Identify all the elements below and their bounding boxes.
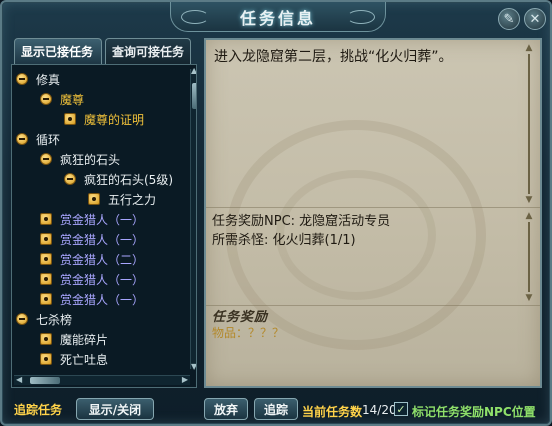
check-icon: ✓	[396, 402, 406, 416]
tree-item-label: 死亡吐息	[60, 352, 109, 367]
tree-vertical-scrollbar[interactable]: ▲ ▼	[190, 67, 196, 371]
tree-hscroll-thumb[interactable]	[30, 377, 60, 384]
rail-track	[528, 222, 530, 292]
rail-up-icon[interactable]: ▲	[524, 44, 534, 53]
description-scrollbar[interactable]: ▲ ▼	[524, 44, 534, 205]
tree-item-label: 修真	[36, 72, 61, 87]
tree-scroll-thumb[interactable]	[192, 83, 196, 109]
quest-details-panel: 进入龙隐窟第二层，挑战“化火归葬”。 ▲ ▼ 任务奖励NPC: 龙隐窟活动专员 …	[204, 38, 542, 388]
rail-down-icon[interactable]: ▼	[524, 294, 534, 303]
reward-heading: 任务奖励	[212, 310, 269, 325]
tree-item[interactable]: 疯狂的石头	[40, 149, 120, 169]
tree-item[interactable]: 循环	[16, 129, 60, 149]
tree-item[interactable]: 赏金猎人（一）	[40, 209, 144, 229]
scroll-down-icon[interactable]: ▼	[191, 363, 196, 371]
scroll-up-icon[interactable]: ▲	[191, 67, 196, 75]
tree-horizontal-scrollbar[interactable]: ◀ ▶	[14, 375, 190, 385]
reward-item: 物品：？？？	[212, 326, 285, 340]
tab-accepted-quests[interactable]: 显示已接任务	[14, 38, 102, 64]
settings-icon[interactable]: ✎	[498, 8, 520, 30]
quest-description-section: 进入龙隐窟第二层，挑战“化火归葬”。 ▲ ▼	[206, 40, 540, 208]
quest-bullet-icon	[40, 213, 52, 225]
tree-item[interactable]: 魔尊	[40, 89, 84, 109]
collapse-toggle-icon[interactable]	[16, 313, 28, 325]
kill-requirement-line: 所需杀怪: 化火归葬(1/1)	[212, 233, 356, 248]
quest-count-label: 当前任务数	[302, 405, 363, 419]
track-quests-label: 追踪任务	[14, 403, 63, 417]
close-icon[interactable]: ✕	[524, 8, 546, 30]
scroll-right-icon[interactable]: ▶	[182, 376, 188, 384]
window-title: 任务信息	[239, 8, 316, 28]
npc-mark-label: 标记任务奖励NPC位置	[412, 405, 536, 419]
show-hide-button[interactable]: 显示/关闭	[76, 398, 154, 420]
tree-item-label: 循环	[36, 132, 61, 147]
tree-item-label: 赏金猎人（一）	[60, 272, 145, 287]
quest-bullet-icon	[64, 113, 76, 125]
tree-item[interactable]: 赏金猎人（一）	[40, 269, 144, 289]
abandon-button[interactable]: 放弃	[204, 398, 248, 420]
quest-count-value: 14/20	[362, 403, 397, 417]
tree-item[interactable]: 魔能碎片	[40, 329, 108, 349]
quest-bullet-icon	[40, 353, 52, 365]
title-plate: 任务信息	[170, 2, 386, 32]
rail-up-icon[interactable]: ▲	[524, 212, 534, 221]
collapse-toggle-icon[interactable]	[16, 73, 28, 85]
reward-npc-line: 任务奖励NPC: 龙隐窟活动专员	[212, 214, 391, 229]
quest-bullet-icon	[40, 253, 52, 265]
tree-item-label: 五行之力	[108, 192, 157, 207]
tree-item[interactable]: 魔尊的证明	[64, 109, 144, 129]
collapse-toggle-icon[interactable]	[40, 93, 52, 105]
quest-bullet-icon	[40, 333, 52, 345]
quest-requirements-section: 任务奖励NPC: 龙隐窟活动专员 所需杀怪: 化火归葬(1/1) ▲ ▼	[206, 208, 540, 306]
track-button[interactable]: 追踪	[254, 398, 298, 420]
quest-bullet-icon	[40, 273, 52, 285]
tree-item-label: 七杀榜	[36, 312, 73, 327]
npc-mark-checkbox[interactable]: ✓	[394, 402, 408, 416]
quest-tree: 修真魔尊魔尊的证明循环疯狂的石头疯狂的石头(5级) 五行之力赏金猎人（一） 赏金猎人…	[11, 64, 197, 388]
tree-item[interactable]: 赏金猎人（一）	[40, 229, 144, 249]
tree-item-label: 赏金猎人（一）	[60, 292, 145, 307]
requirements-list: 任务奖励NPC: 龙隐窟活动专员 所需杀怪: 化火归葬(1/1)	[212, 212, 390, 250]
quest-bullet-icon	[88, 193, 100, 205]
collapse-toggle-icon[interactable]	[40, 153, 52, 165]
tree-item-label: 魔尊	[60, 92, 85, 107]
tab-available-quests[interactable]: 查询可接任务	[105, 38, 191, 64]
tree-item-label: 疯狂的石头	[60, 152, 121, 167]
quest-window: 任务信息 ✎ ✕ 显示已接任务 查询可接任务 修真魔尊魔尊的证明循环疯狂的石头疯…	[0, 0, 552, 426]
scroll-left-icon[interactable]: ◀	[16, 376, 22, 384]
quest-bullet-icon	[40, 293, 52, 305]
tree-item[interactable]: 死亡吐息	[40, 349, 108, 369]
tree-item-label: 疯狂的石头(5级)	[84, 172, 173, 187]
tree-item[interactable]: 七杀榜	[16, 309, 72, 329]
collapse-toggle-icon[interactable]	[16, 133, 28, 145]
bottom-bar: 追踪任务 显示/关闭 放弃 追踪 当前任务数 14/20 ✓ 标记任务奖励NPC…	[2, 392, 552, 426]
requirements-scrollbar[interactable]: ▲ ▼	[524, 212, 534, 303]
collapse-toggle-icon[interactable]	[64, 173, 76, 185]
tree-item-label: 赏金猎人（一）	[60, 212, 145, 227]
quest-description: 进入龙隐窟第二层，挑战“化火归葬”。	[214, 49, 453, 65]
tree-item-label: 赏金猎人（一）	[60, 232, 145, 247]
tree-item[interactable]: 赏金猎人（二）	[40, 249, 144, 269]
tree-item[interactable]: 五行之力	[88, 189, 156, 209]
tree-item-label: 魔尊的证明	[84, 112, 145, 127]
rail-track	[528, 54, 530, 194]
tree-item-label: 魔能碎片	[60, 332, 109, 347]
tree-item[interactable]: 赏金猎人（一）	[40, 289, 144, 309]
tree-item[interactable]: 疯狂的石头(5级)	[64, 169, 173, 189]
tree-item-label: 赏金猎人（二）	[60, 252, 145, 267]
quest-bullet-icon	[40, 233, 52, 245]
rail-down-icon[interactable]: ▼	[524, 196, 534, 205]
tree-item[interactable]: 修真	[16, 69, 60, 89]
